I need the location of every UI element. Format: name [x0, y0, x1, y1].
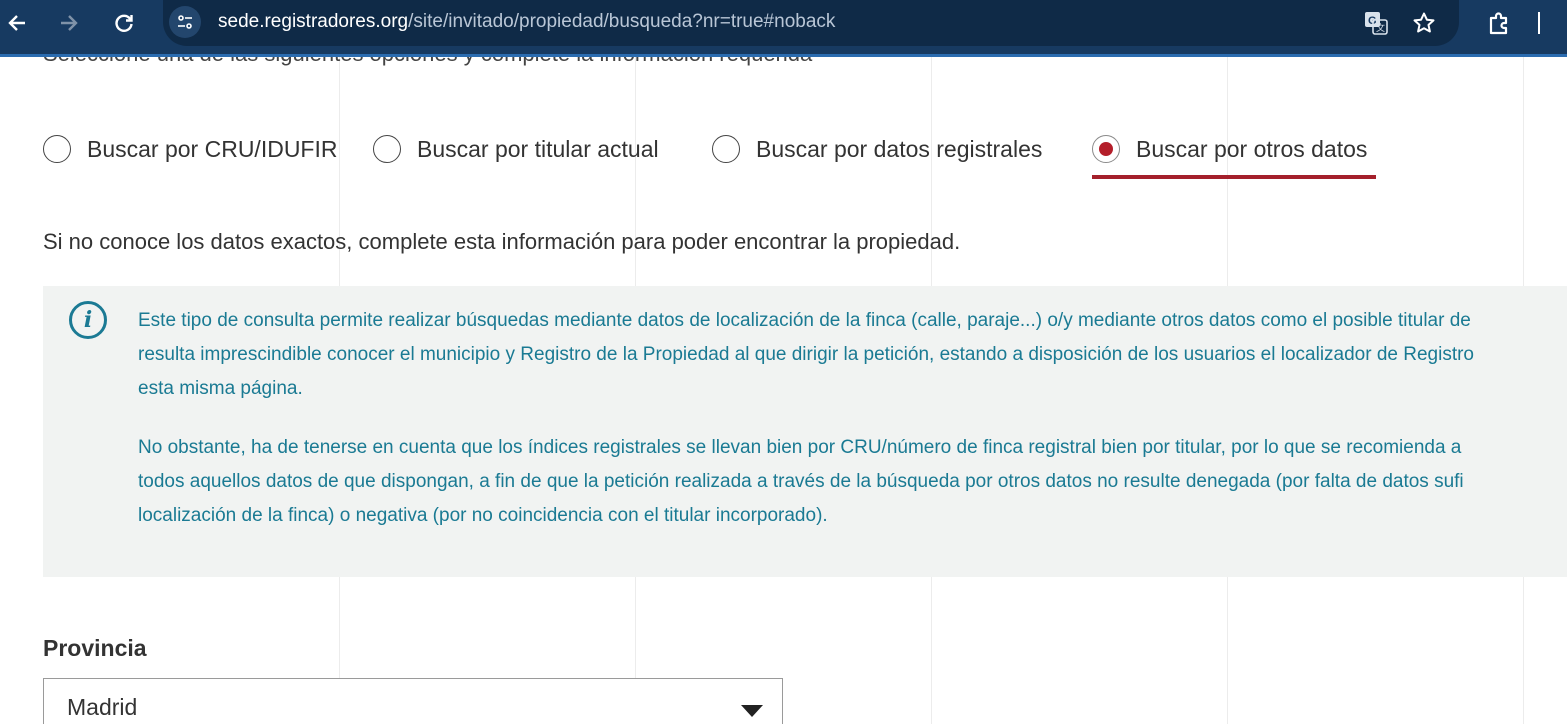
translate-icon[interactable]: G文: [1361, 8, 1391, 38]
provincia-select[interactable]: Madrid: [43, 678, 783, 724]
info-line: Este tipo de consulta permite realizar b…: [138, 310, 1471, 331]
reload-icon[interactable]: [109, 8, 139, 38]
radio-label: Buscar por otros datos: [1136, 135, 1368, 162]
info-paragraph-1: Este tipo de consulta permite realizar b…: [138, 304, 1474, 406]
radio-option-titular-actual[interactable]: Buscar por titular actual: [373, 129, 659, 169]
browser-toolbar: sede.registradores.org/site/invitado/pro…: [0, 0, 1567, 57]
page-content: Seleccione una de las siguientes opcione…: [0, 57, 1567, 724]
radio-option-otros-datos[interactable]: Buscar por otros datos: [1092, 129, 1367, 169]
info-line: No obstante, ha de tenerse en cuenta que…: [138, 437, 1462, 458]
toolbar-divider: [1538, 12, 1540, 34]
info-line: todos aquellos datos de que dispongan, a…: [138, 471, 1464, 492]
info-line: esta misma página.: [138, 378, 303, 399]
selected-option-underline: [1092, 175, 1376, 179]
radio-label: Buscar por datos registrales: [756, 135, 1043, 162]
radio-button[interactable]: [712, 135, 740, 163]
radio-button-selected[interactable]: [1092, 135, 1120, 163]
forward-icon[interactable]: [54, 8, 84, 38]
radio-option-datos-registrales[interactable]: Buscar por datos registrales: [712, 129, 1042, 169]
radio-option-cru-idufir[interactable]: Buscar por CRU/IDUFIR: [43, 129, 337, 169]
radio-selected-dot: [1099, 142, 1113, 156]
bookmark-star-icon[interactable]: [1409, 8, 1439, 38]
radio-button[interactable]: [373, 135, 401, 163]
intro-text: Si no conoce los datos exactos, complete…: [43, 229, 961, 254]
address-bar[interactable]: sede.registradores.org/site/invitado/pro…: [163, 0, 1459, 46]
extensions-icon[interactable]: [1485, 8, 1515, 38]
info-line: localización de la finca) o negativa (po…: [138, 505, 828, 526]
radio-label: Buscar por titular actual: [417, 135, 659, 162]
chevron-down-icon: [741, 705, 763, 717]
info-line: resulta imprescindible conocer el munici…: [138, 344, 1475, 365]
radio-label: Buscar por CRU/IDUFIR: [87, 135, 338, 162]
info-paragraph-2: No obstante, ha de tenerse en cuenta que…: [138, 431, 1464, 533]
svg-text:文: 文: [1376, 22, 1385, 34]
provincia-label: Provincia: [43, 635, 147, 661]
instructions-text: Seleccione una de las siguientes opcione…: [43, 57, 812, 67]
radio-button[interactable]: [43, 135, 71, 163]
url-path: /site/invitado/propiedad/busqueda?nr=tru…: [408, 11, 836, 32]
back-icon[interactable]: [2, 8, 32, 38]
url-host: sede.registradores.org: [218, 11, 409, 32]
info-icon: i: [69, 301, 107, 339]
provincia-selected-value: Madrid: [67, 694, 138, 720]
info-box: i Este tipo de consulta permite realizar…: [43, 286, 1567, 577]
site-info-icon[interactable]: [169, 6, 201, 38]
url-text: sede.registradores.org/site/invitado/pro…: [218, 11, 835, 33]
